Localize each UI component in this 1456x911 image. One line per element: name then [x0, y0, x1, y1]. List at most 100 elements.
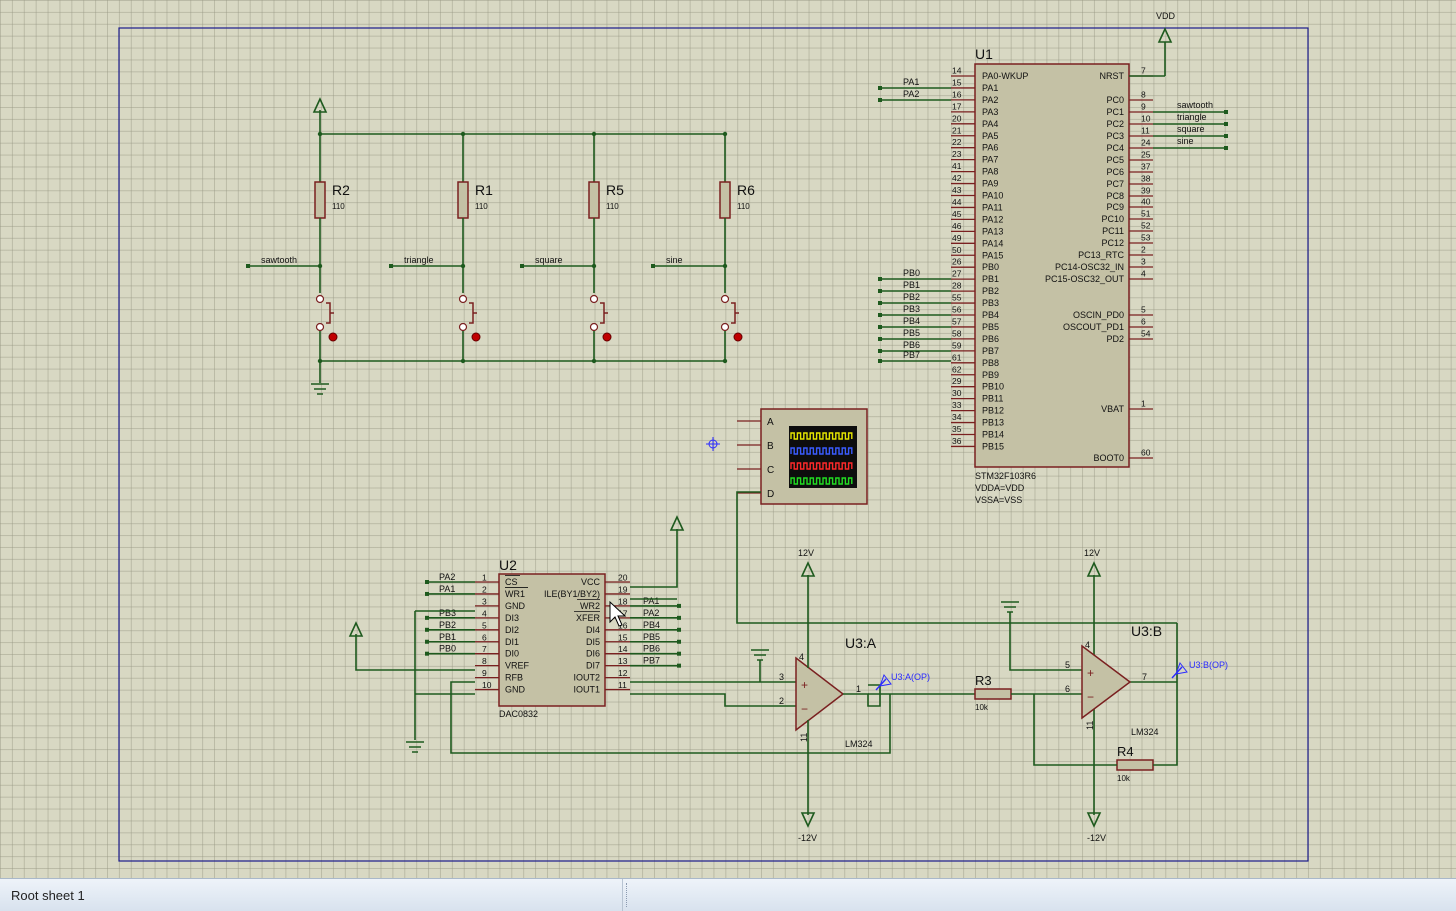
resistor-body[interactable]	[588, 181, 600, 219]
schematic-canvas[interactable]: R2 110 sawtooth R1 110 triangle R5 110 square R6 1…	[0, 0, 1456, 878]
switch-button[interactable]	[328, 332, 338, 342]
pin-name: PC15-OSC32_OUT	[1045, 274, 1125, 284]
pin-name: PA13	[982, 226, 1003, 236]
pin-name: PC0	[1106, 95, 1124, 105]
pin-number: 42	[952, 173, 962, 183]
switch-button[interactable]	[602, 332, 612, 342]
pin-name: PA3	[982, 107, 998, 117]
channel-label: D	[767, 489, 774, 500]
pin-number: 20	[952, 113, 962, 123]
probe-u3a[interactable]: U3:A(OP)	[875, 672, 930, 691]
sheet-name[interactable]: Root sheet 1	[11, 888, 85, 903]
pin-name: VBAT	[1101, 404, 1124, 414]
pin-name: PB15	[982, 441, 1004, 451]
pin-number: 11	[1141, 126, 1150, 136]
schematic-drawing[interactable]: R2110sawtoothR1110triangleR5110squareR61…	[0, 0, 1456, 878]
net-label: PB2	[903, 292, 920, 302]
resistor-body[interactable]	[314, 181, 326, 219]
ground-symbol	[311, 383, 329, 395]
pin-number: 23	[952, 149, 962, 159]
scope-channel-d[interactable]: D	[737, 489, 774, 500]
pin-name: PC7	[1106, 179, 1124, 189]
u3a-pin-1: 1	[856, 684, 861, 694]
net-label: PB6	[643, 644, 660, 654]
net-label: square	[1177, 124, 1205, 134]
switch-contact	[720, 322, 730, 332]
net-terminal	[878, 277, 882, 281]
pin-number: 14	[952, 66, 962, 76]
junction-dot	[591, 263, 597, 269]
status-bar: Root sheet 1	[0, 878, 1456, 911]
switch-contact	[315, 322, 325, 332]
opamp-u3a[interactable]: + − U3:A LM324 3 2 1 4 11	[779, 635, 877, 749]
net-terminal	[425, 627, 429, 632]
pin-name: NRST	[1100, 71, 1125, 81]
crosshair-marker	[706, 437, 720, 451]
pin-name: PC11	[1102, 226, 1124, 236]
switch-contact	[458, 294, 468, 304]
pin-number: 1	[1141, 399, 1146, 409]
pin-number: 3	[482, 596, 487, 606]
scope-channel-b[interactable]: B	[737, 441, 774, 452]
net-terminal	[651, 264, 655, 268]
pin-number: 49	[952, 233, 962, 243]
r4-ref: R4	[1117, 744, 1134, 759]
junction-dot	[722, 131, 728, 137]
u1-note-vssa: VSSA=VSS	[975, 495, 1022, 505]
u3b-plus12-label: 12V	[1084, 548, 1100, 558]
pin-number: 45	[952, 209, 962, 219]
switch-button[interactable]	[733, 332, 743, 342]
status-divider[interactable]	[626, 883, 630, 907]
resistor-ref: R2	[332, 182, 350, 198]
pin-number: 35	[952, 424, 962, 434]
switch-contact	[589, 294, 599, 304]
pin-name: DI5	[586, 637, 600, 647]
pin-number: 6	[482, 632, 487, 642]
junction-dot	[722, 263, 728, 269]
net-terminal	[677, 615, 681, 620]
net-label: PB4	[903, 316, 920, 326]
pin-name: PC1	[1106, 107, 1124, 117]
pin-number: 4	[482, 608, 487, 618]
pin-name: GND	[505, 601, 526, 611]
pin-number: 19	[618, 584, 628, 594]
resistor-body[interactable]	[719, 181, 731, 219]
pin-number: 56	[952, 305, 962, 315]
pin-name: PB2	[982, 286, 999, 296]
net-label: PB5	[643, 632, 660, 642]
pin-name: PB1	[982, 274, 999, 284]
probe-u3b[interactable]: U3:B(OP)	[1171, 660, 1228, 679]
pin-name: PB6	[982, 334, 999, 344]
resistor-r3[interactable]: R3 10k	[974, 673, 1012, 712]
switch-column-sawtooth: R2 110 sawtooth	[246, 131, 350, 364]
opamp-u3b[interactable]: + − U3:B LM324 5 6 7 4 11	[1065, 623, 1162, 737]
pin-name: DI0	[505, 649, 519, 659]
net-terminal	[878, 325, 882, 329]
switch-column-sine: R6 110 sine	[651, 131, 755, 364]
junction-dot	[460, 131, 466, 137]
pin-number: 7	[482, 644, 487, 654]
net-terminal	[246, 264, 250, 268]
resistor-body[interactable]	[457, 181, 469, 219]
pin-number: 18	[618, 596, 628, 606]
net-label: PB7	[903, 350, 920, 360]
channel-label: B	[767, 441, 774, 452]
u1-note-vdda: VDDA=VDD	[975, 483, 1025, 493]
pin-name: PB5	[982, 322, 999, 332]
scope-channel-c[interactable]: C	[737, 465, 774, 476]
net-terminal	[878, 86, 882, 90]
pin-name: RFB	[505, 673, 523, 683]
pin-name: PC10	[1101, 214, 1124, 224]
pin-number: 16	[952, 89, 962, 99]
oscilloscope[interactable]: A B C D	[737, 408, 868, 505]
switch-actuator	[600, 302, 605, 324]
net-label: triangle	[1177, 112, 1207, 122]
pin-number: 1	[482, 573, 487, 583]
scope-channel-a[interactable]: A	[737, 417, 774, 428]
pin-number: 10	[482, 680, 492, 690]
resistor-r4[interactable]: R4 10k	[1116, 744, 1154, 783]
pin-number: 10	[1141, 114, 1151, 124]
pin-number: 54	[1141, 329, 1151, 339]
switch-button[interactable]	[471, 332, 481, 342]
net-label: PB3	[903, 304, 920, 314]
